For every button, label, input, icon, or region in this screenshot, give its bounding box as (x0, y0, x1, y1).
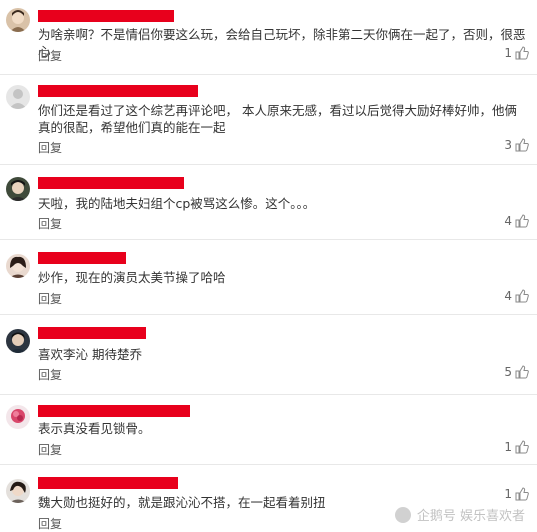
reply-button[interactable]: 回复 (38, 139, 62, 156)
thumbs-up-icon (515, 365, 529, 379)
comment-item: 天啦，我的陆地夫妇组个cp被骂这么惨。这个。。。 回复 4 (0, 165, 537, 240)
comment-text: 表示真没看见锁骨。 (38, 421, 151, 436)
comment-item: 表示真没看见锁骨。 回复 1 (0, 395, 537, 465)
thumbs-up-icon (515, 138, 529, 152)
reply-button[interactable]: 回复 (38, 441, 62, 458)
reply-button[interactable]: 回复 (38, 290, 62, 307)
thumbs-up-icon (515, 487, 529, 501)
reply-button[interactable]: 回复 (38, 515, 62, 532)
like-count: 3 (504, 138, 512, 152)
user-avatar[interactable] (6, 8, 30, 32)
like-count: 5 (504, 365, 512, 379)
like-button[interactable]: 1 (504, 487, 529, 501)
like-button[interactable]: 5 (504, 365, 529, 379)
redacted-username (38, 477, 178, 489)
like-button[interactable]: 3 (504, 138, 529, 152)
comment-item: 为啥亲啊？不是情侣你要这么玩，会给自己玩坏，除非第二天你俩在一起了，否则，很恶心… (0, 0, 537, 75)
like-count: 4 (504, 214, 512, 228)
redacted-username (38, 327, 146, 339)
redacted-username (38, 10, 174, 22)
user-avatar[interactable] (6, 405, 30, 429)
redacted-username (38, 252, 126, 264)
like-count: 1 (504, 46, 512, 60)
watermark-text: 企鹅号 娱乐喜欢者 (416, 509, 525, 524)
like-count: 1 (504, 440, 512, 454)
like-button[interactable]: 4 (504, 289, 529, 303)
comment-text: 天啦，我的陆地夫妇组个cp被骂这么惨。这个。。。 (38, 196, 316, 211)
comment-item: 喜欢李沁 期待楚乔 回复 5 (0, 315, 537, 395)
thumbs-up-icon (515, 289, 529, 303)
comment-item: 你们还是看过了这个综艺再评论吧， 本人原来无感，看过以后觉得大励好棒好帅，他俩真… (0, 75, 537, 165)
user-avatar[interactable] (6, 85, 30, 109)
user-avatar[interactable] (6, 177, 30, 201)
comment-text: 为啥亲啊？不是情侣你要这么玩，会给自己玩坏，除非第二天你俩在一起了，否则，很恶心 (38, 27, 526, 59)
like-count: 1 (504, 487, 512, 501)
user-avatar[interactable] (6, 479, 30, 503)
redacted-username (38, 85, 198, 97)
like-button[interactable]: 4 (504, 214, 529, 228)
like-count: 4 (504, 289, 512, 303)
reply-button[interactable]: 回复 (38, 215, 62, 232)
redacted-username (38, 177, 184, 189)
user-avatar[interactable] (6, 254, 30, 278)
reply-button[interactable]: 回复 (38, 47, 62, 64)
thumbs-up-icon (515, 214, 529, 228)
reply-button[interactable]: 回复 (38, 366, 62, 383)
like-button[interactable]: 1 (504, 46, 529, 60)
redacted-username (38, 405, 190, 417)
watermark: 企鹅号 娱乐喜欢者 (394, 505, 525, 524)
penguin-logo-icon (394, 506, 411, 523)
thumbs-up-icon (515, 440, 529, 454)
thumbs-up-icon (515, 46, 529, 60)
comment-text: 你们还是看过了这个综艺再评论吧， 本人原来无感，看过以后觉得大励好棒好帅，他俩真… (38, 103, 517, 135)
like-button[interactable]: 1 (504, 440, 529, 454)
comment-item: 炒作，现在的演员太美节操了哈哈 回复 4 (0, 240, 537, 315)
comment-text: 炒作，现在的演员太美节操了哈哈 (38, 270, 226, 285)
user-avatar[interactable] (6, 329, 30, 353)
comment-text: 喜欢李沁 期待楚乔 (38, 347, 142, 362)
